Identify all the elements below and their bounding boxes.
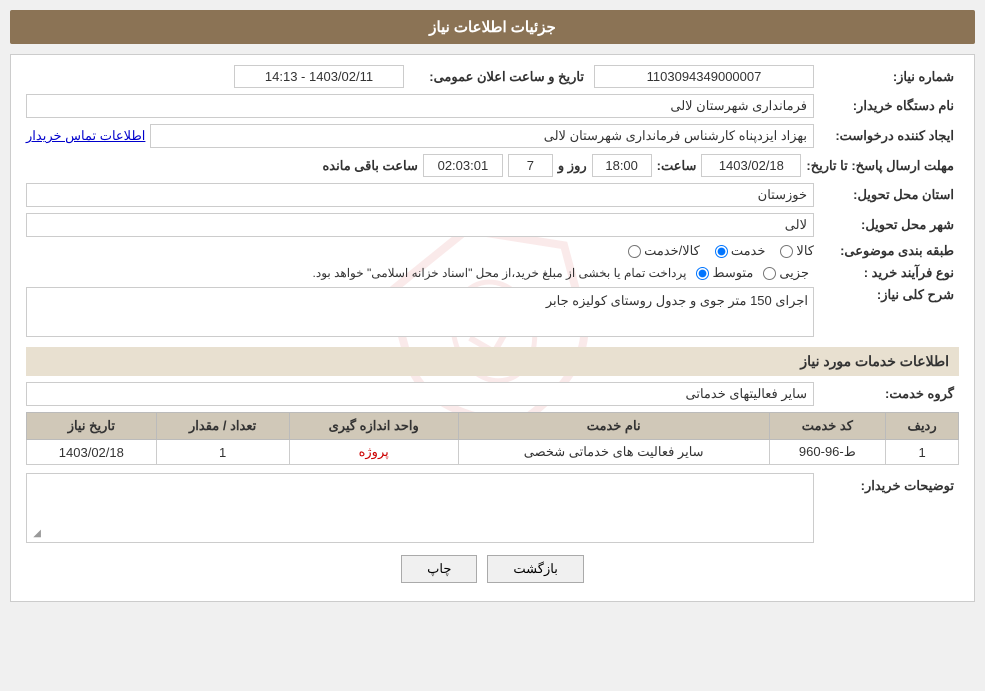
category-goods-label: کالا	[796, 243, 814, 259]
group-service-label: گروه خدمت:	[819, 386, 959, 402]
buyer-notes-box[interactable]: ◢	[26, 473, 814, 543]
deadline-time-label: ساعت:	[657, 158, 697, 174]
print-button[interactable]: چاپ	[401, 555, 477, 583]
cell-service-name: سایر فعالیت های خدماتی شخصی	[458, 440, 769, 465]
remaining-time: 02:03:01	[423, 154, 503, 177]
category-service-label: خدمت	[731, 243, 766, 259]
process-options: متوسط جزیی	[696, 265, 809, 281]
process-partial-label: جزیی	[779, 265, 809, 281]
process-option-partial[interactable]: جزیی	[763, 265, 809, 281]
buyer-org-value: فرمانداری شهرستان لالی	[26, 94, 814, 118]
category-both-label: کالا/خدمت	[644, 243, 700, 259]
creator-value: بهزاد ایزدپناه کارشناس فرمانداری شهرستان…	[150, 124, 814, 148]
process-note: پرداخت تمام یا بخشی از مبلغ خرید،از محل …	[313, 266, 687, 280]
cell-service-code: ط-96-960	[769, 440, 886, 465]
province-value: خوزستان	[26, 183, 814, 207]
services-table: ردیف کد خدمت نام خدمت واحد اندازه گیری ت…	[26, 412, 959, 465]
description-section-title: شرح کلی نیاز:	[819, 287, 959, 303]
deadline-label: مهلت ارسال پاسخ: تا تاریخ:	[806, 158, 959, 174]
back-button[interactable]: بازگشت	[487, 555, 583, 583]
deadline-date: 1403/02/18	[701, 154, 801, 177]
city-value: لالی	[26, 213, 814, 237]
table-row: 1 ط-96-960 سایر فعالیت های خدماتی شخصی پ…	[27, 440, 959, 465]
deadline-days: 7	[508, 154, 553, 177]
header-title: جزئیات اطلاعات نیاز	[429, 19, 556, 36]
remaining-time-label: ساعت باقی مانده	[323, 158, 418, 174]
city-label: شهر محل تحویل:	[819, 217, 959, 233]
creator-label: ایجاد کننده درخواست:	[819, 128, 959, 144]
process-option-medium[interactable]: متوسط	[696, 265, 753, 281]
category-label: طبقه بندی موضوعی:	[819, 243, 959, 259]
col-service-code: کد خدمت	[769, 413, 886, 440]
contact-link[interactable]: اطلاعات تماس خریدار	[26, 128, 145, 144]
group-service-value: سایر فعالیتهای خدماتی	[26, 382, 814, 406]
page-header: جزئیات اطلاعات نیاز	[10, 10, 975, 44]
buyer-org-label: نام دستگاه خریدار:	[819, 98, 959, 114]
need-number-value: 1103094349000007	[594, 65, 814, 88]
col-quantity: تعداد / مقدار	[156, 413, 289, 440]
category-radio-group: کالا/خدمت خدمت کالا	[628, 243, 814, 259]
announcement-datetime-label: تاریخ و ساعت اعلان عمومی:	[409, 69, 589, 85]
buyer-notes-label: توضیحات خریدار:	[819, 473, 959, 494]
cell-row: 1	[886, 440, 959, 465]
announcement-datetime-value: 1403/02/11 - 14:13	[234, 65, 404, 88]
category-option-goods[interactable]: کالا	[780, 243, 814, 259]
process-label: نوع فرآیند خرید :	[819, 265, 959, 281]
resize-handle[interactable]: ◢	[29, 528, 41, 540]
cell-unit: پروژه	[289, 440, 458, 465]
col-unit: واحد اندازه گیری	[289, 413, 458, 440]
col-service-name: نام خدمت	[458, 413, 769, 440]
col-date: تاریخ نیاز	[27, 413, 157, 440]
description-value: اجرای 150 متر جوی و جدول روستای کولیزه ج…	[26, 287, 814, 337]
need-number-label: شماره نیاز:	[819, 69, 959, 85]
buttons-row: بازگشت چاپ	[26, 555, 959, 591]
process-medium-label: متوسط	[712, 265, 753, 281]
category-option-service[interactable]: خدمت	[715, 243, 766, 259]
col-row: ردیف	[886, 413, 959, 440]
cell-date: 1403/02/18	[27, 440, 157, 465]
category-option-both[interactable]: کالا/خدمت	[628, 243, 700, 259]
cell-quantity: 1	[156, 440, 289, 465]
deadline-time: 18:00	[592, 154, 652, 177]
province-label: استان محل تحویل:	[819, 187, 959, 203]
deadline-days-label: روز و	[558, 158, 587, 174]
services-section-title: اطلاعات خدمات مورد نیاز	[26, 347, 959, 376]
